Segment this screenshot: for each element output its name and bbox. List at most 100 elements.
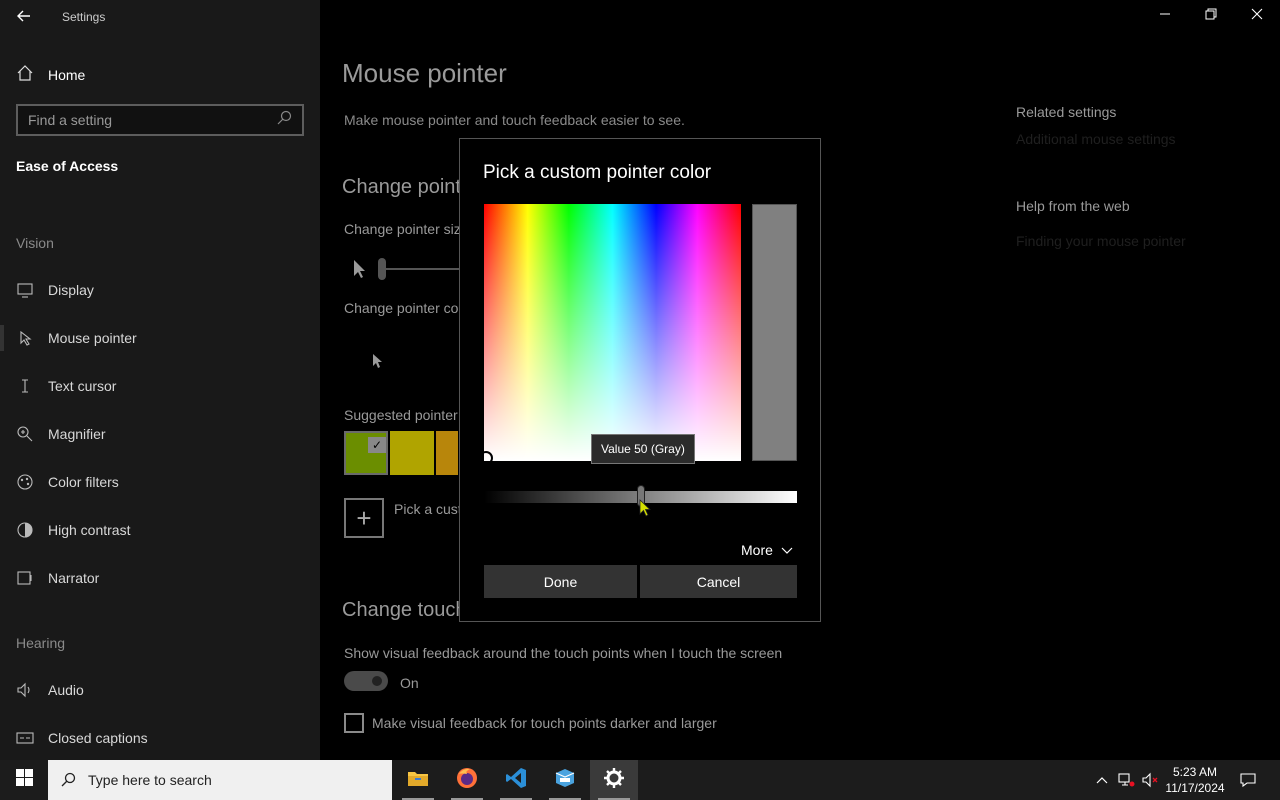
vscode-icon	[505, 767, 527, 794]
sidebar-item-label: High contrast	[48, 522, 131, 538]
sidebar-item-label: Closed captions	[48, 730, 148, 746]
sidebar-item-label: Narrator	[48, 570, 100, 586]
more-button[interactable]: More	[741, 542, 793, 558]
settings-search-input[interactable]	[28, 112, 276, 128]
swatch-color-3[interactable]	[436, 431, 458, 475]
spectrum-saturation-layer	[484, 204, 741, 461]
firefox-icon	[455, 766, 479, 795]
taskbar-vscode[interactable]	[492, 760, 540, 800]
value-tooltip: Value 50 (Gray)	[591, 434, 695, 464]
sidebar-item-closed-captions[interactable]: Closed captions	[16, 729, 148, 747]
swatch-color-2[interactable]	[390, 431, 434, 475]
settings-gear-icon	[603, 767, 625, 794]
windows-logo-icon	[15, 769, 33, 791]
sidebar-item-mouse-pointer[interactable]: Mouse pointer	[0, 325, 137, 351]
network-icon[interactable]	[1116, 770, 1136, 790]
sidebar-item-audio[interactable]: Audio	[16, 681, 84, 699]
yellow-mouse-cursor-icon	[639, 499, 653, 519]
sandbox-icon	[554, 767, 576, 794]
finding-mouse-pointer-link[interactable]: Finding your mouse pointer	[1016, 233, 1186, 249]
related-settings-heading: Related settings	[1016, 104, 1117, 120]
taskbar-clock[interactable]: 5:23 AM 11/17/2024	[1160, 764, 1230, 796]
taskbar-sandbox[interactable]	[541, 760, 589, 800]
app-title: Settings	[62, 10, 106, 24]
suggested-colors-label: Suggested pointer	[344, 407, 458, 423]
darker-feedback-checkbox[interactable]	[344, 713, 364, 733]
darker-feedback-label: Make visual feedback for touch points da…	[372, 715, 717, 731]
pick-custom-color-button[interactable]: +	[344, 498, 384, 538]
settings-search-box[interactable]	[16, 104, 304, 136]
checkmark-icon: ✓	[368, 437, 386, 453]
sidebar-item-label: Mouse pointer	[48, 330, 137, 346]
sidebar-item-text-cursor[interactable]: Text cursor	[16, 377, 116, 395]
minimize-icon	[1159, 7, 1171, 25]
taskbar-search-box[interactable]: Type here to search	[48, 760, 392, 800]
taskbar-search-placeholder: Type here to search	[88, 772, 212, 788]
taskbar-settings[interactable]	[590, 760, 638, 800]
search-icon[interactable]	[276, 110, 292, 131]
cancel-button[interactable]: Cancel	[640, 565, 797, 598]
close-button[interactable]	[1234, 0, 1280, 32]
pointer-size-slider-track[interactable]	[382, 268, 462, 270]
color-filters-icon	[16, 473, 34, 491]
closed-captions-icon	[16, 729, 34, 747]
page-title: Mouse pointer	[342, 58, 507, 88]
high-contrast-icon	[16, 521, 34, 539]
restore-button[interactable]	[1188, 0, 1234, 32]
magnifier-icon	[16, 425, 34, 443]
file-explorer-icon	[407, 769, 429, 792]
sidebar-item-label: Magnifier	[48, 426, 106, 442]
done-button[interactable]: Done	[484, 565, 637, 598]
monitor-icon	[16, 281, 34, 299]
color-preview	[752, 204, 797, 461]
close-icon	[1251, 7, 1263, 25]
plus-icon: +	[356, 502, 372, 533]
search-icon	[60, 772, 76, 788]
minimize-button[interactable]	[1142, 0, 1188, 32]
sidebar-item-color-filters[interactable]: Color filters	[16, 473, 119, 491]
change-pointer-color-label: Change pointer co	[344, 300, 459, 316]
group-label-hearing: Hearing	[16, 635, 66, 651]
pointer-color-white-option[interactable]	[372, 353, 384, 369]
pick-custom-color-label: Pick a cust	[394, 501, 462, 517]
sidebar-item-label: Display	[48, 282, 94, 298]
taskbar-firefox[interactable]	[443, 760, 491, 800]
toggle-state-label: On	[400, 675, 419, 691]
suggested-color-swatches: ✓	[344, 431, 458, 475]
sidebar-item-magnifier[interactable]: Magnifier	[16, 425, 106, 443]
touch-feedback-toggle[interactable]	[344, 671, 388, 691]
color-spectrum[interactable]	[484, 204, 741, 461]
pointer-size-slider-thumb[interactable]	[378, 258, 386, 280]
nav-home[interactable]: Home	[16, 64, 85, 85]
sidebar: Settings Home Ease of Access Vision Disp…	[0, 0, 320, 760]
help-from-web-heading: Help from the web	[1016, 198, 1130, 214]
change-pointer-heading: Change point	[342, 176, 461, 198]
sidebar-item-display[interactable]: Display	[16, 281, 94, 299]
sidebar-item-label: Color filters	[48, 474, 119, 490]
dialog-title: Pick a custom pointer color	[483, 162, 712, 183]
sidebar-item-high-contrast[interactable]: High contrast	[16, 521, 130, 539]
back-arrow-icon[interactable]	[14, 6, 34, 26]
page-description: Make mouse pointer and touch feedback ea…	[344, 112, 685, 128]
show-hidden-icons-button[interactable]	[1092, 770, 1112, 790]
more-label: More	[741, 542, 773, 558]
home-label: Home	[48, 66, 86, 83]
sidebar-item-narrator[interactable]: Narrator	[16, 569, 99, 587]
taskbar: Type here to search 5:23 AM 11/17/2024	[0, 760, 1280, 800]
group-label-vision: Vision	[16, 235, 54, 251]
start-button[interactable]	[0, 760, 48, 800]
volume-muted-icon[interactable]	[1140, 770, 1160, 790]
clock-date: 11/17/2024	[1165, 781, 1225, 795]
chevron-up-icon	[1096, 771, 1108, 789]
speaker-icon	[16, 681, 34, 699]
text-cursor-icon	[16, 377, 34, 395]
action-center-icon[interactable]	[1238, 770, 1258, 790]
additional-mouse-settings-link[interactable]: Additional mouse settings	[1016, 131, 1176, 147]
sidebar-item-label: Text cursor	[48, 378, 117, 394]
change-pointer-size-label: Change pointer siz	[344, 221, 461, 237]
home-icon	[16, 64, 34, 85]
swatch-color-1[interactable]: ✓	[344, 431, 388, 475]
touch-feedback-description: Show visual feedback around the touch po…	[344, 645, 783, 661]
section-title: Ease of Access	[16, 158, 119, 174]
taskbar-file-explorer[interactable]	[394, 760, 442, 800]
